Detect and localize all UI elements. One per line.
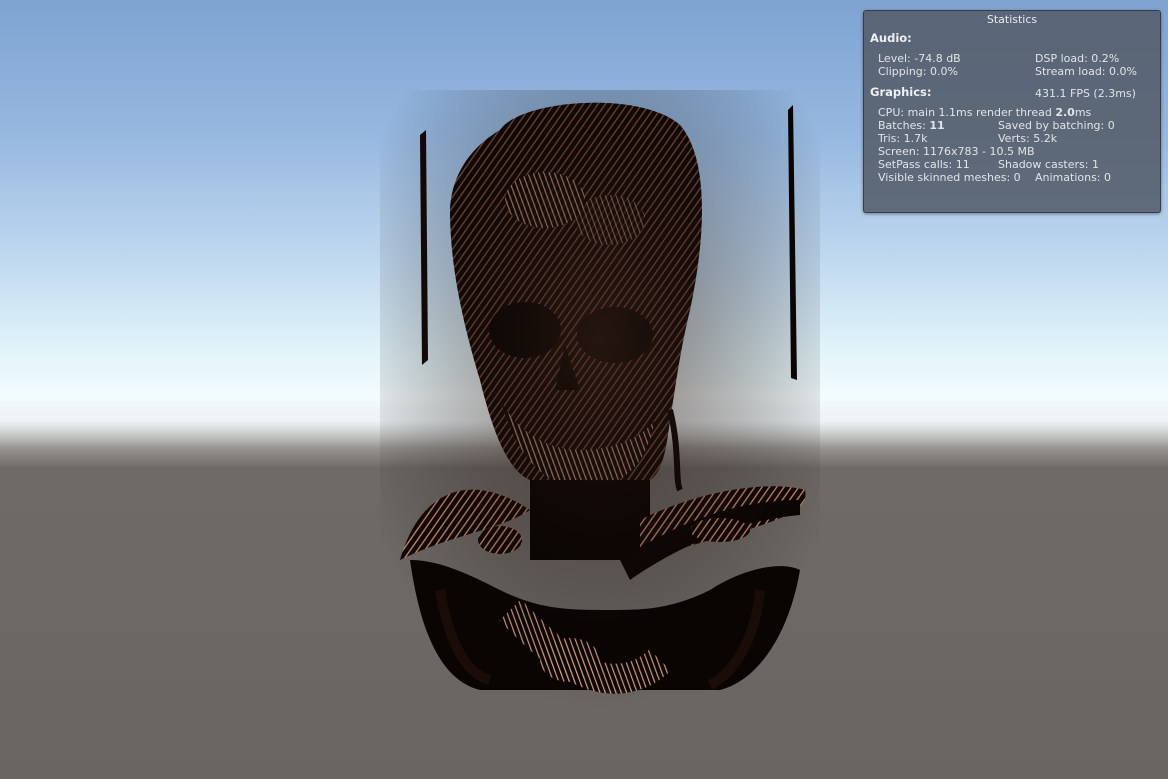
graphics-fps: 431.1 FPS (2.3ms) (1035, 87, 1136, 100)
graphics-screen: Screen: 1176x783 - 10.5 MB (878, 145, 1035, 158)
audio-dsp-load: DSP load: 0.2% (1035, 52, 1120, 65)
audio-stream-load: Stream load: 0.0% (1035, 65, 1137, 78)
graphics-cpu: CPU: main 1.1ms render thread 2.0ms (878, 106, 1091, 119)
cpu-suffix: ms (1074, 106, 1092, 119)
skull-volume-render (380, 90, 820, 710)
graphics-animations: Animations: 0 (1035, 171, 1112, 184)
graphics-verts: Verts: 5.2k (998, 132, 1058, 145)
audio-level: Level: -74.8 dB (878, 52, 961, 65)
statistics-panel: Statistics Audio: Level: -74.8 dB DSP lo… (863, 10, 1161, 213)
graphics-setpass: SetPass calls: 11 (878, 158, 970, 171)
audio-heading: Audio: (870, 31, 912, 45)
cpu-render-value: 2.0 (1055, 106, 1075, 119)
graphics-batches: Batches: 11 (878, 119, 945, 132)
graphics-heading: Graphics: (870, 85, 932, 99)
graphics-shadow-casters: Shadow casters: 1 (998, 158, 1099, 171)
graphics-tris: Tris: 1.7k (878, 132, 928, 145)
graphics-saved-by-batching: Saved by batching: 0 (998, 119, 1115, 132)
audio-clipping: Clipping: 0.0% (878, 65, 958, 78)
batches-value: 11 (929, 119, 945, 132)
statistics-title: Statistics (986, 13, 1038, 26)
game-view[interactable]: Statistics Audio: Level: -74.8 dB DSP lo… (0, 0, 1168, 779)
cpu-prefix: CPU: main 1.1ms render thread (878, 106, 1056, 119)
batches-prefix: Batches: (878, 119, 930, 132)
graphics-visible-skinned: Visible skinned meshes: 0 (878, 171, 1021, 184)
